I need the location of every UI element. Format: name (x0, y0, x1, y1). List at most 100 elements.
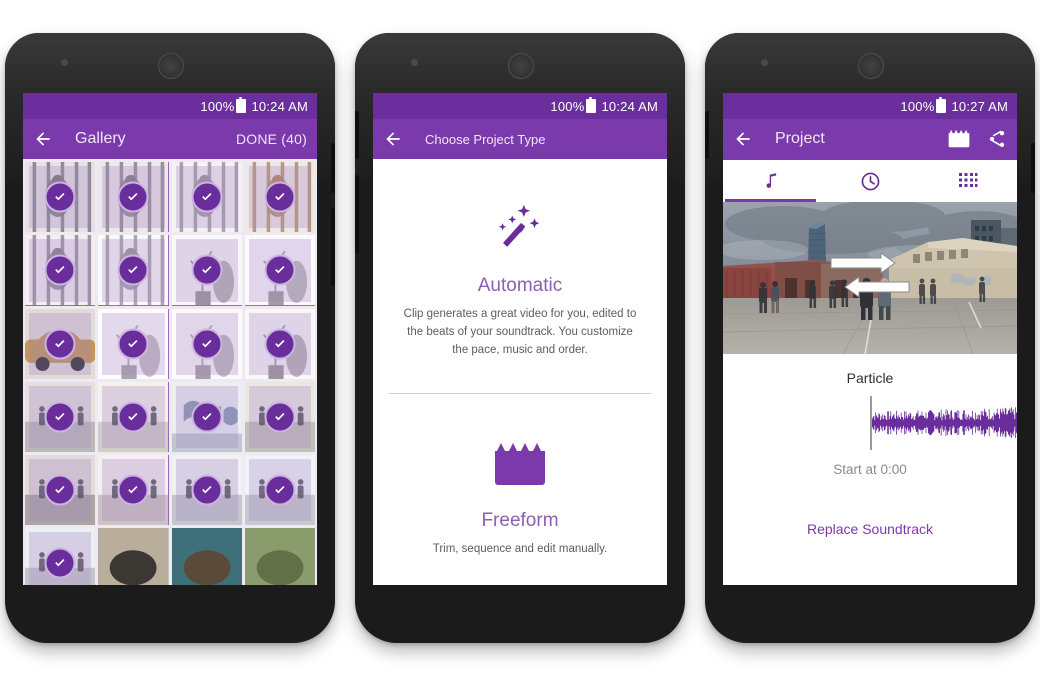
video-preview[interactable] (723, 202, 1017, 354)
check-circle-icon (191, 401, 223, 433)
gallery-thumbnail[interactable] (244, 162, 315, 233)
earpiece-speaker-icon (858, 53, 884, 79)
gallery-thumbnail[interactable] (171, 528, 242, 585)
tab-timeline[interactable] (821, 160, 919, 202)
earpiece-speaker-icon (508, 53, 534, 79)
check-circle-icon (191, 181, 223, 213)
volume-button[interactable] (355, 175, 359, 253)
waveform-graphic (870, 407, 1017, 438)
volume-button[interactable] (1031, 143, 1035, 193)
proximity-sensor-icon (761, 59, 768, 66)
status-bar: 100% 10:24 AM (373, 93, 667, 119)
gallery-thumbnail[interactable] (171, 455, 242, 526)
check-circle-icon (44, 254, 76, 286)
playhead-marker[interactable] (870, 396, 872, 450)
gallery-thumbnail[interactable] (98, 308, 169, 379)
option-automatic[interactable]: Automatic Clip generates a great video f… (373, 193, 667, 359)
gallery-container (23, 159, 317, 585)
check-circle-icon (44, 547, 76, 579)
tab-grid[interactable] (919, 160, 1017, 202)
clapperboard-icon[interactable] (947, 128, 971, 150)
option-automatic-title: Automatic (477, 275, 563, 296)
gallery-grid[interactable] (23, 159, 317, 585)
check-circle-icon (117, 181, 149, 213)
check-circle-icon (264, 254, 296, 286)
gallery-thumbnail[interactable] (171, 308, 242, 379)
gallery-thumbnail[interactable] (25, 381, 96, 452)
gallery-thumbnail[interactable] (171, 162, 242, 233)
gallery-thumbnail[interactable] (25, 455, 96, 526)
gallery-thumbnail[interactable] (25, 162, 96, 233)
phone-top-chrome (5, 33, 335, 93)
option-freeform-description: Trim, sequence and edit manually. (432, 543, 608, 556)
battery-icon (936, 96, 947, 113)
page-title: Gallery (75, 130, 126, 147)
check-circle-icon (117, 474, 149, 506)
project-tab-bar[interactable] (723, 159, 1017, 202)
music-note-icon (766, 173, 776, 188)
option-freeform[interactable]: Freeform Trim, sequence and edit manuall… (373, 428, 667, 559)
check-circle-icon (264, 401, 296, 433)
preview-arrow-overlay (830, 252, 910, 298)
share-icon[interactable] (987, 129, 1007, 149)
check-circle-icon (264, 474, 296, 506)
check-circle-icon (264, 328, 296, 360)
waveform[interactable] (723, 394, 1017, 452)
tab-audio[interactable] (723, 160, 821, 202)
gallery-thumbnail[interactable] (25, 308, 96, 379)
check-circle-icon (117, 328, 149, 360)
gallery-thumbnail[interactable] (171, 381, 242, 452)
gallery-thumbnail[interactable] (25, 235, 96, 306)
phone-top-chrome (355, 33, 685, 93)
check-circle-icon (264, 181, 296, 213)
soundtrack-name: Particle (846, 370, 894, 386)
gallery-thumbnail[interactable] (25, 528, 96, 585)
replace-soundtrack-button[interactable]: Replace Soundtrack (723, 521, 1017, 537)
gallery-thumbnail[interactable] (244, 235, 315, 306)
check-circle-icon (117, 401, 149, 433)
status-bar: 100% 10:24 AM (23, 93, 317, 119)
check-circle-icon (191, 328, 223, 360)
clock-text: 10:27 AM (951, 98, 1008, 114)
check-circle-icon (191, 474, 223, 506)
thumbnail-image (171, 528, 242, 585)
phone1-screen: 100% 10:24 AM Gallery DONE (40) (23, 93, 317, 585)
gallery-thumbnail[interactable] (98, 528, 169, 585)
gallery-thumbnail[interactable] (98, 235, 169, 306)
phone-gallery: 100% 10:24 AM Gallery DONE (40) (5, 33, 335, 643)
magic-wand-icon (373, 193, 667, 267)
page-title: Project (775, 130, 825, 147)
gallery-app-bar: Gallery DONE (40) (23, 119, 317, 159)
thumbnail-image (244, 528, 315, 585)
back-arrow-icon[interactable] (383, 129, 403, 149)
gallery-thumbnail[interactable] (244, 308, 315, 379)
project-type-body: Automatic Clip generates a great video f… (373, 159, 667, 585)
back-arrow-icon[interactable] (733, 129, 753, 149)
gallery-thumbnail[interactable] (98, 455, 169, 526)
phone2-screen: 100% 10:24 AM Choose Project Type Automa… (373, 93, 667, 585)
phone-project-type: 100% 10:24 AM Choose Project Type Automa… (355, 33, 685, 643)
phone-top-chrome (705, 33, 1035, 93)
power-button[interactable] (705, 111, 709, 159)
battery-icon (236, 96, 247, 113)
check-circle-icon (117, 254, 149, 286)
gallery-thumbnail[interactable] (244, 528, 315, 585)
power-button[interactable] (331, 143, 335, 193)
proximity-sensor-icon (411, 59, 418, 66)
phone3-screen: 100% 10:27 AM Project Particle Start at … (723, 93, 1017, 585)
battery-percent: 100% (550, 98, 585, 114)
volume-button[interactable] (331, 208, 335, 286)
gallery-thumbnail[interactable] (244, 381, 315, 452)
gallery-thumbnail[interactable] (244, 455, 315, 526)
gallery-thumbnail[interactable] (98, 381, 169, 452)
earpiece-speaker-icon (158, 53, 184, 79)
power-button[interactable] (355, 111, 359, 159)
clock-text: 10:24 AM (601, 98, 658, 114)
arrow-right-icon (830, 252, 896, 274)
back-arrow-icon[interactable] (33, 129, 53, 149)
clapperboard-icon (373, 428, 667, 502)
gallery-thumbnail[interactable] (98, 162, 169, 233)
gallery-thumbnail[interactable] (171, 235, 242, 306)
done-button[interactable]: DONE (40) (236, 131, 307, 147)
clock-icon (861, 172, 879, 190)
